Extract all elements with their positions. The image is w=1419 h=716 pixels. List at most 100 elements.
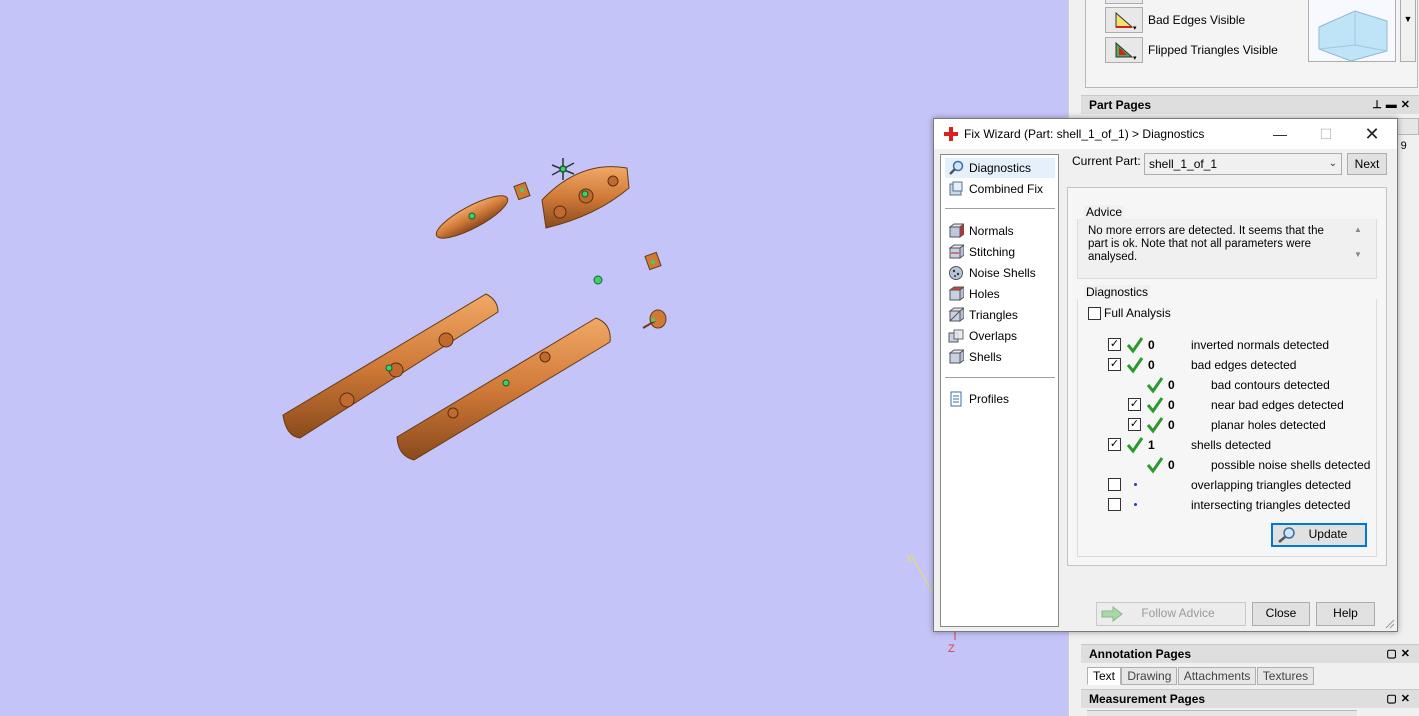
advice-scrollbar[interactable]: ▲ ▼ <box>1352 225 1364 271</box>
nav-item-profiles[interactable]: Profiles <box>945 389 1055 409</box>
nav-item-shells[interactable]: Shells <box>945 347 1055 367</box>
diagnostic-checkbox[interactable]: ✓ <box>1128 418 1141 431</box>
bad-edges-label: Bad Edges Visible <box>1148 13 1246 27</box>
check-ok-icon <box>1146 397 1164 414</box>
view-cube-dropdown[interactable]: ▼ <box>1400 0 1416 62</box>
view-cube[interactable] <box>1308 0 1396 62</box>
axis-z-label: Z <box>948 643 955 655</box>
ring-part-large[interactable] <box>541 166 630 229</box>
visibility-panel: ▾ Bad Edges Visible ▾ Flipped Triangles … <box>1085 0 1418 88</box>
ring-part-small[interactable] <box>432 189 513 246</box>
next-button[interactable]: Next <box>1347 153 1387 175</box>
nav-item-combined-fix[interactable]: Combined Fix <box>945 179 1055 199</box>
nav-label: Normals <box>969 224 1014 238</box>
arrow-right-icon <box>1101 606 1123 622</box>
update-button[interactable]: Update <box>1271 523 1367 547</box>
full-analysis-label: Full Analysis <box>1104 306 1171 320</box>
part-pages-title: Part Pages <box>1089 98 1152 112</box>
resize-grip-icon[interactable] <box>1385 619 1395 629</box>
close-button[interactable]: Close <box>1252 602 1310 626</box>
panel-controls[interactable]: ⊥▬✕ <box>1372 96 1414 115</box>
nav-item-holes[interactable]: Holes <box>945 284 1055 304</box>
full-analysis-checkbox[interactable] <box>1088 307 1101 320</box>
dialog-titlebar[interactable]: Fix Wizard (Part: shell_1_of_1) > Diagno… <box>934 119 1397 149</box>
diagnostic-label: possible noise shells detected <box>1211 458 1371 472</box>
flipped-triangles-icon: ▾ <box>1115 41 1137 62</box>
diagnostic-count: 1 <box>1148 438 1155 452</box>
diagnostics-title: Diagnostics <box>1084 285 1151 299</box>
annotation-tabs: Text Drawing Attachments Textures <box>1087 667 1315 685</box>
tab-textures[interactable]: Textures <box>1256 667 1315 685</box>
nav-separator <box>945 377 1055 378</box>
diagnostic-label: planar holes detected <box>1211 418 1326 432</box>
nav-label: Diagnostics <box>969 161 1032 175</box>
diagnostic-checkbox[interactable] <box>1108 478 1121 491</box>
flipped-triangles-toggle-button[interactable]: ▾ <box>1105 37 1143 63</box>
flipped-triangles-label: Flipped Triangles Visible <box>1148 43 1278 57</box>
current-part-select[interactable]: shell_1_of_1 ⌄ <box>1144 153 1342 175</box>
diagnostic-count: 0 <box>1148 358 1155 372</box>
nav-label: Triangles <box>969 308 1018 322</box>
pending-dot-icon <box>1134 503 1137 506</box>
nav-item-normals[interactable]: Normals <box>945 221 1055 241</box>
follow-advice-button: Follow Advice <box>1096 602 1246 626</box>
diagnostic-checkbox[interactable]: ✓ <box>1108 438 1121 451</box>
nav-label: Overlaps <box>969 329 1018 343</box>
advice-text: No more errors are detected. It seems th… <box>1088 225 1324 263</box>
nav-item-triangles[interactable]: Triangles <box>945 305 1055 325</box>
diagnostic-checkbox[interactable]: ✓ <box>1108 338 1121 351</box>
combined-fix-icon <box>949 181 963 196</box>
diagnostic-count: 0 <box>1168 398 1175 412</box>
advice-title: Advice <box>1084 205 1125 219</box>
bad-edges-toggle-button[interactable]: ▾ <box>1105 7 1143 33</box>
noise-shells-icon <box>949 266 963 280</box>
diagnostic-label: shells detected <box>1191 438 1272 452</box>
check-ok-icon <box>1126 437 1144 454</box>
svg-text:▾: ▾ <box>1133 55 1137 62</box>
nav-label: Profiles <box>969 392 1010 406</box>
maximize-button: ☐ <box>1319 126 1333 142</box>
close-window-button[interactable]: ✕ <box>1349 119 1395 149</box>
dialog-title: Fix Wizard (Part: shell_1_of_1) > Diagno… <box>964 127 1205 141</box>
annotation-pages-header: Annotation Pages ▢✕ <box>1081 644 1419 663</box>
diagnostic-checkbox[interactable] <box>1108 498 1121 511</box>
check-ok-icon <box>1126 337 1144 354</box>
wizard-nav-list: Diagnostics Combined Fix Normals Stitchi… <box>940 154 1059 627</box>
current-part-value: shell_1_of_1 <box>1149 157 1218 171</box>
cube-icon <box>1318 10 1388 62</box>
help-button[interactable]: Help <box>1316 602 1375 626</box>
current-part-label: Current Part: <box>1072 154 1141 168</box>
diagnostic-label: bad contours detected <box>1211 378 1330 392</box>
annotation-pages-title: Annotation Pages <box>1089 647 1192 661</box>
diagnostic-label: inverted normals detected <box>1191 338 1330 352</box>
part-pages-header: Part Pages ⊥▬✕ <box>1081 95 1419 114</box>
3d-viewport[interactable]: X Z <box>0 0 1068 716</box>
nav-separator <box>945 208 1055 209</box>
minimize-button[interactable]: — <box>1257 119 1303 149</box>
nav-item-overlaps[interactable]: Overlaps <box>945 326 1055 346</box>
tab-attachments[interactable]: Attachments <box>1177 667 1257 685</box>
measurement-tabs[interactable] <box>1087 710 1357 716</box>
diagnostic-label: near bad edges detected <box>1211 398 1344 412</box>
shells-icon <box>948 349 964 364</box>
chevron-down-icon: ⌄ <box>1328 158 1337 169</box>
diagnostic-checkbox[interactable]: ✓ <box>1108 358 1121 371</box>
nav-item-noise-shells[interactable]: Noise Shells <box>945 263 1055 283</box>
profiles-icon <box>950 391 962 407</box>
check-ok-icon <box>1126 357 1144 374</box>
tab-text[interactable]: Text <box>1087 667 1122 685</box>
scene: X Z <box>282 158 956 655</box>
tab-drawing[interactable]: Drawing <box>1121 667 1178 685</box>
nav-item-stitching[interactable]: Stitching <box>945 242 1055 262</box>
panel-controls[interactable]: ▢✕ <box>1386 690 1414 709</box>
follow-advice-label: Follow Advice <box>1141 606 1215 620</box>
star-marker <box>551 158 575 180</box>
nav-item-diagnostics[interactable]: Diagnostics <box>945 158 1055 178</box>
partial-toggle-button[interactable] <box>1105 0 1143 4</box>
triangles-icon <box>948 307 964 322</box>
panel-controls[interactable]: ▢✕ <box>1386 645 1414 664</box>
nav-label: Noise Shells <box>969 266 1036 280</box>
holes-icon <box>948 286 964 301</box>
diagnostic-label: intersecting triangles detected <box>1191 498 1351 512</box>
diagnostic-checkbox[interactable]: ✓ <box>1128 398 1141 411</box>
